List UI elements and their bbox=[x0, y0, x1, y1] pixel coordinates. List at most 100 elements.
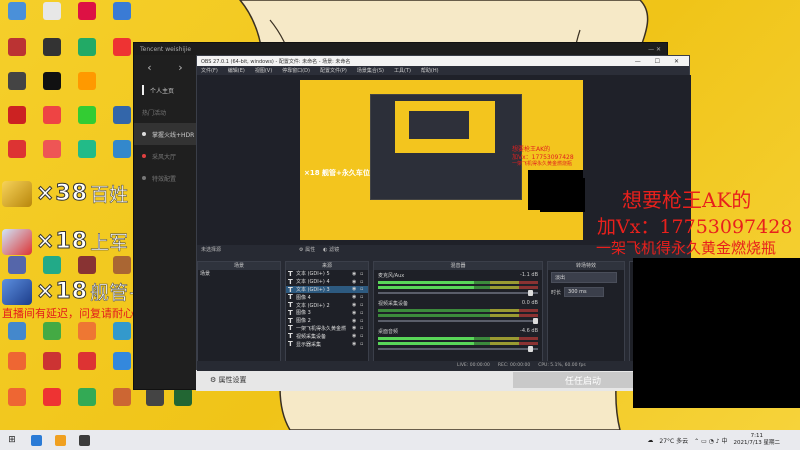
eye-icon[interactable]: ◉ bbox=[352, 310, 360, 316]
desktop-icon[interactable] bbox=[37, 352, 67, 370]
forward-icon[interactable]: › bbox=[178, 61, 182, 74]
taskbar-app[interactable] bbox=[72, 430, 96, 450]
eye-icon[interactable]: ◉ bbox=[352, 333, 360, 339]
sidebar-item-profile[interactable]: 个人主页 bbox=[134, 79, 196, 101]
volume-slider[interactable] bbox=[378, 346, 538, 352]
menu-view[interactable]: 视图(V) bbox=[255, 67, 272, 74]
start-button[interactable]: 任任启动 bbox=[513, 372, 653, 388]
lock-icon[interactable]: ▫ bbox=[360, 271, 368, 277]
desktop-icon[interactable] bbox=[140, 388, 170, 406]
duration-input[interactable]: 300 ms bbox=[564, 287, 605, 297]
sidebar-item-events[interactable]: 热门活动 bbox=[134, 101, 196, 123]
source-row[interactable]: T 图像 3 ◉ ▫ bbox=[286, 309, 368, 317]
desktop-icon[interactable] bbox=[2, 256, 32, 274]
menu-tools[interactable]: 工具(T) bbox=[394, 67, 411, 74]
desktop-icon[interactable] bbox=[72, 72, 102, 90]
app-icon bbox=[8, 352, 26, 370]
taskbar-app[interactable] bbox=[24, 430, 48, 450]
desktop-icon[interactable] bbox=[72, 352, 102, 370]
eye-icon[interactable]: ◉ bbox=[352, 302, 360, 308]
slider-handle[interactable] bbox=[528, 290, 533, 296]
back-icon[interactable]: ‹ bbox=[147, 61, 151, 74]
source-row[interactable]: T 图像 2 ◉ ▫ bbox=[286, 317, 368, 325]
eye-icon[interactable]: ◉ bbox=[352, 279, 360, 285]
scene-item[interactable]: 场景 bbox=[198, 270, 280, 278]
desktop-icon[interactable] bbox=[2, 322, 32, 340]
desktop-icon[interactable] bbox=[37, 140, 67, 158]
menu-help[interactable]: 帮助(H) bbox=[421, 67, 439, 74]
desktop-icon[interactable] bbox=[2, 388, 32, 406]
dock-title: 混音器 bbox=[374, 262, 542, 270]
eye-icon[interactable]: ◉ bbox=[352, 318, 360, 324]
start-icon[interactable]: ⊞ bbox=[0, 430, 24, 450]
source-row[interactable]: T 文本 (GDI+) 2 ◉ ▫ bbox=[286, 301, 368, 309]
lock-icon[interactable]: ▫ bbox=[360, 294, 368, 300]
lock-icon[interactable]: ▫ bbox=[360, 302, 368, 308]
sidebar-item-effects[interactable]: 特效配置 bbox=[134, 167, 196, 189]
desktop-icon[interactable] bbox=[2, 352, 32, 370]
slider-handle[interactable] bbox=[528, 346, 533, 352]
source-row[interactable]: T 视频采集设备 ◉ ▫ bbox=[286, 332, 368, 340]
menu-profile[interactable]: 配置文件(P) bbox=[320, 67, 347, 74]
desktop-icon[interactable] bbox=[72, 106, 102, 124]
lock-icon[interactable]: ▫ bbox=[360, 341, 368, 347]
desktop-icon[interactable] bbox=[37, 388, 67, 406]
rocket-icon bbox=[2, 278, 32, 305]
source-row[interactable]: T 文本 (GDI+) 5 ◉ ▫ bbox=[286, 270, 368, 278]
desktop-icon[interactable] bbox=[72, 140, 102, 158]
source-row[interactable]: T 显示器采集 ◉ ▫ bbox=[286, 340, 368, 348]
desktop-icon[interactable] bbox=[72, 322, 102, 340]
window-controls[interactable]: — ☐ ✕ bbox=[635, 58, 685, 65]
lock-icon[interactable]: ▫ bbox=[360, 310, 368, 316]
slider-handle[interactable] bbox=[533, 318, 538, 324]
desktop-icon[interactable] bbox=[37, 38, 67, 56]
desktop-icon[interactable] bbox=[107, 388, 137, 406]
desktop-icon[interactable] bbox=[37, 106, 67, 124]
taskbar-app[interactable] bbox=[48, 430, 72, 450]
eye-icon[interactable]: ◉ bbox=[352, 294, 360, 300]
desktop-icon[interactable] bbox=[37, 2, 67, 20]
volume-slider[interactable] bbox=[378, 318, 538, 324]
window-controls[interactable]: — ✕ bbox=[648, 46, 661, 53]
desktop-icon[interactable] bbox=[2, 106, 32, 124]
menu-file[interactable]: 文件(F) bbox=[201, 67, 218, 74]
eye-icon[interactable]: ◉ bbox=[352, 325, 360, 331]
sidebar-item-game[interactable]: 掌握火线+HDR bbox=[134, 123, 196, 145]
desktop-icon[interactable] bbox=[37, 72, 67, 90]
menu-edit[interactable]: 编辑(E) bbox=[228, 67, 245, 74]
lock-icon[interactable]: ▫ bbox=[360, 279, 368, 285]
volume-slider[interactable] bbox=[378, 290, 538, 296]
properties-button[interactable]: ⚙ 属性 bbox=[299, 246, 315, 253]
tray-icons[interactable]: ⌃ ▭ ◔ ♪ 中 bbox=[694, 436, 727, 445]
desktop-icon[interactable] bbox=[2, 72, 32, 90]
desktop-icon[interactable] bbox=[72, 2, 102, 20]
desktop-icon[interactable] bbox=[2, 2, 32, 20]
menu-docks[interactable]: 停靠窗口(D) bbox=[282, 67, 310, 74]
desktop-icon[interactable] bbox=[37, 322, 67, 340]
desktop-icon[interactable] bbox=[37, 256, 67, 274]
desktop-icon[interactable] bbox=[168, 388, 198, 406]
eye-icon[interactable]: ◉ bbox=[352, 271, 360, 277]
sidebar-item-hall[interactable]: 采风大厅 bbox=[134, 145, 196, 167]
desktop-icon[interactable] bbox=[2, 140, 32, 158]
desktop-icon[interactable] bbox=[72, 388, 102, 406]
desktop-icon[interactable] bbox=[72, 256, 102, 274]
source-row[interactable]: T 图像 4 ◉ ▫ bbox=[286, 293, 368, 301]
transition-select[interactable]: 淡出 bbox=[551, 272, 617, 283]
eye-icon[interactable]: ◉ bbox=[352, 286, 360, 292]
desktop-icon[interactable] bbox=[2, 38, 32, 56]
eye-icon[interactable]: ◉ bbox=[352, 341, 360, 347]
lock-icon[interactable]: ▫ bbox=[360, 318, 368, 324]
clock[interactable]: 7:11 2021/7/13 星期二 bbox=[734, 433, 780, 447]
settings-link[interactable]: ⚙ 属性设置 bbox=[210, 375, 247, 385]
desktop-icon[interactable] bbox=[72, 38, 102, 56]
lock-icon[interactable]: ▫ bbox=[360, 325, 368, 331]
filters-button[interactable]: ◐ 滤镜 bbox=[323, 246, 339, 253]
lock-icon[interactable]: ▫ bbox=[360, 286, 368, 292]
source-row[interactable]: T 文本 (GDI+) 4 ◉ ▫ bbox=[286, 278, 368, 286]
desktop-icon[interactable] bbox=[107, 2, 137, 20]
menu-scene-collection[interactable]: 场景集合(S) bbox=[357, 67, 384, 74]
source-row[interactable]: T 文本 (GDI+) 3 ◉ ▫ bbox=[286, 286, 368, 294]
source-row[interactable]: T 一架飞机得永久黄金燃 ◉ ▫ bbox=[286, 324, 368, 332]
lock-icon[interactable]: ▫ bbox=[360, 333, 368, 339]
